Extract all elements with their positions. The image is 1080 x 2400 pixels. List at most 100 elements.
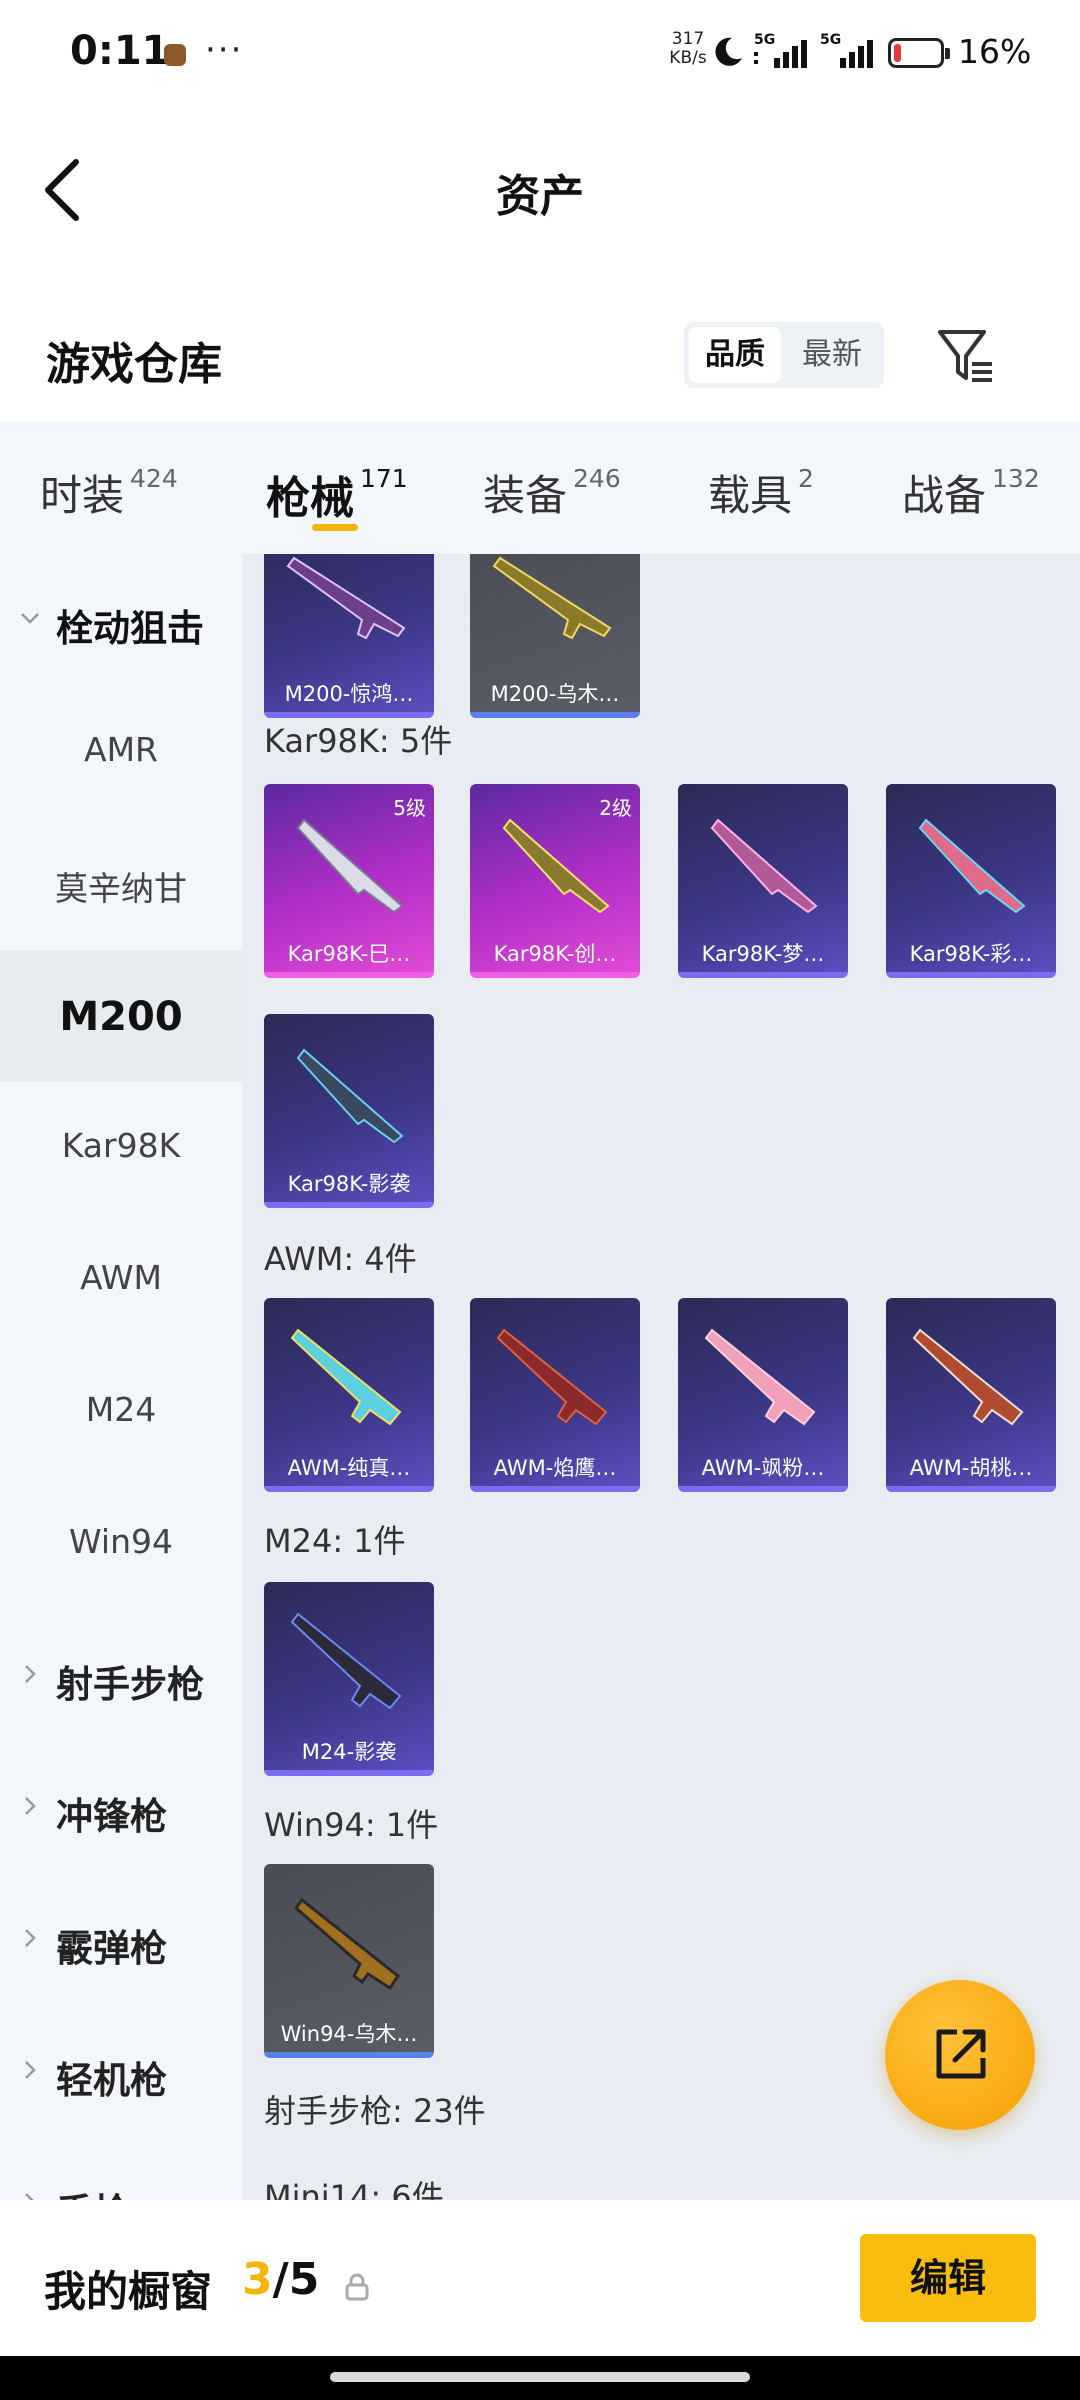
tab-label: 装备 xyxy=(483,471,568,520)
filter-icon[interactable] xyxy=(934,324,998,388)
tab-count: 171 xyxy=(360,464,408,493)
tab-vehicles[interactable]: 载具 2 xyxy=(708,462,814,523)
weapon-skin-card[interactable]: Kar98K-梦… xyxy=(678,784,848,978)
sidebar-item-label: AWM xyxy=(80,1258,162,1297)
sidebar-item-bolt-action[interactable]: 栓动狙击 xyxy=(0,554,242,686)
tab-supplies[interactable]: 战备 132 xyxy=(902,462,1040,523)
rifle-icon xyxy=(912,1328,1024,1426)
sort-quality-button[interactable]: 品质 xyxy=(689,327,781,383)
chevron-right-icon xyxy=(25,1797,36,1815)
category-label: Mini14: 6件 xyxy=(264,2178,444,2200)
chevron-right-icon xyxy=(25,2061,36,2079)
skin-name: M200-乌木… xyxy=(490,682,620,706)
sidebar-item-kar98k[interactable]: Kar98K xyxy=(0,1082,242,1214)
showcase-label: 我的橱窗 xyxy=(44,2267,213,2316)
category-label: 射手步枪: 23件 xyxy=(264,2092,486,2130)
weapon-skin-card[interactable]: 5级 Kar98K-巳… xyxy=(264,784,434,978)
share-out-icon xyxy=(936,2029,986,2079)
skin-name: Kar98K-影袭 xyxy=(287,1172,411,1196)
tab-firearms[interactable]: 枪械 171 xyxy=(266,462,408,526)
sidebar-item-m24[interactable]: M24 xyxy=(0,1346,242,1478)
sidebar-item-label: Kar98K xyxy=(61,1126,181,1165)
weapon-skin-card[interactable]: AWM-飒粉… xyxy=(678,1298,848,1492)
weapon-skin-card[interactable]: AWM-焰鹰… xyxy=(470,1298,640,1492)
skin-name: M200-惊鸿… xyxy=(284,682,414,706)
sidebar-item-amr[interactable]: AMR xyxy=(0,686,242,818)
rifle-icon xyxy=(290,1612,402,1710)
weapon-skin-card[interactable]: 2级 Kar98K-创… xyxy=(470,784,640,978)
weapon-skin-card[interactable]: M200-惊鸿… xyxy=(264,554,434,718)
tab-count: 424 xyxy=(130,464,178,493)
sidebar-item-win94[interactable]: Win94 xyxy=(0,1478,242,1610)
chevron-down-icon xyxy=(21,613,39,624)
chevron-right-icon xyxy=(25,2193,34,2200)
active-tab-indicator xyxy=(312,524,358,531)
skin-name: AWM-纯真… xyxy=(287,1456,411,1480)
weapon-skin-card[interactable]: Win94-乌木… xyxy=(264,1864,434,2058)
category-label: Win94: 1件 xyxy=(264,1806,439,1844)
tab-fashion[interactable]: 时装 424 xyxy=(40,462,178,523)
showcase-total: 5 xyxy=(288,2254,320,2305)
signal-1-label: 5G xyxy=(754,32,775,48)
warehouse-title: 游戏仓库 xyxy=(46,339,222,390)
page-title: 资产 xyxy=(496,171,584,222)
sidebar-item-label: 冲锋枪 xyxy=(56,1795,167,1838)
share-button[interactable] xyxy=(885,1980,1035,2130)
rifle-icon xyxy=(710,818,818,914)
weapon-skin-card[interactable]: M200-乌木… xyxy=(470,554,640,718)
sidebar-item-mosin[interactable]: 莫辛纳甘 xyxy=(0,818,242,950)
showcase-count: 3/5 xyxy=(242,2254,319,2305)
sort-newest-button[interactable]: 最新 xyxy=(786,327,878,383)
weapon-skin-card[interactable]: M24-影袭 xyxy=(264,1582,434,1776)
weapon-skin-card[interactable]: Kar98K-彩… xyxy=(886,784,1056,978)
level-badge: 2级 xyxy=(599,796,632,820)
sidebar-item-m200[interactable]: M200 xyxy=(0,950,242,1082)
more-notifications-icon: ··· xyxy=(205,30,244,70)
tab-label: 载具 xyxy=(708,471,793,520)
rifle-icon xyxy=(704,1328,816,1426)
category-tabs: 时装 424 枪械 171 装备 246 载具 2 战备 132 xyxy=(0,422,1080,554)
signal-icon: 5G xyxy=(754,32,807,68)
tab-count: 246 xyxy=(573,464,621,493)
system-nav-bar xyxy=(0,2356,1080,2400)
chevron-right-icon xyxy=(25,1929,36,1947)
sidebar-item-awm[interactable]: AWM xyxy=(0,1214,242,1346)
sidebar-item-marksman[interactable]: 射手步枪 xyxy=(0,1610,242,1742)
sidebar-item-shotgun[interactable]: 霰弹枪 xyxy=(0,1874,242,2006)
status-bar: 0:11 ··· 317 KB/s 5G 5G 16% xyxy=(0,0,1080,106)
app-notification-icon xyxy=(164,44,186,66)
moon-icon xyxy=(715,37,742,66)
skin-name: Kar98K-创… xyxy=(493,942,617,966)
status-time: 0:11 xyxy=(70,28,170,74)
rifle-icon xyxy=(496,1328,608,1426)
rifle-icon xyxy=(290,1328,402,1426)
skin-name: AWM-飒粉… xyxy=(701,1456,825,1480)
net-speed-value: 317 xyxy=(671,29,705,49)
tab-label: 战备 xyxy=(902,471,987,520)
tab-count: 2 xyxy=(798,464,814,493)
sidebar-item-label: 轻机枪 xyxy=(56,2059,167,2102)
skin-name: Kar98K-彩… xyxy=(909,942,1033,966)
sidebar-item-smg[interactable]: 冲锋枪 xyxy=(0,1742,242,1874)
skin-name: AWM-焰鹰… xyxy=(493,1456,617,1480)
rifle-icon xyxy=(293,1897,401,1991)
sidebar-item-label: AMR xyxy=(84,730,158,769)
weapon-skin-card[interactable]: AWM-纯真… xyxy=(264,1298,434,1492)
sort-toggle: 品质 最新 xyxy=(684,322,884,388)
sidebar-item-label: M200 xyxy=(59,994,183,1040)
lock-icon[interactable] xyxy=(344,2272,370,2302)
tab-equipment[interactable]: 装备 246 xyxy=(483,462,621,523)
sidebar-item-lmg[interactable]: 轻机枪 xyxy=(0,2006,242,2138)
weapon-skin-card[interactable]: AWM-胡桃… xyxy=(886,1298,1056,1492)
weapon-type-sidebar: 栓动狙击 AMR 莫辛纳甘 M200 Kar98K AWM M24 Win94 … xyxy=(0,554,242,2200)
battery-icon xyxy=(888,38,950,68)
sidebar-item-label: 霰弹枪 xyxy=(56,1927,167,1970)
edit-button[interactable]: 编辑 xyxy=(860,2234,1036,2322)
sidebar-item-pistol[interactable]: 手枪 xyxy=(0,2138,242,2200)
home-indicator[interactable] xyxy=(330,2372,750,2382)
weapon-skin-grid: M200-惊鸿… M200-乌木… Kar98K: 5件 5级 Kar98K-巳… xyxy=(242,554,1080,2200)
skin-name: M24-影袭 xyxy=(301,1740,397,1764)
sidebar-item-label: 手枪 xyxy=(56,2182,130,2200)
rifle-icon xyxy=(286,556,406,640)
weapon-skin-card[interactable]: Kar98K-影袭 xyxy=(264,1014,434,1208)
